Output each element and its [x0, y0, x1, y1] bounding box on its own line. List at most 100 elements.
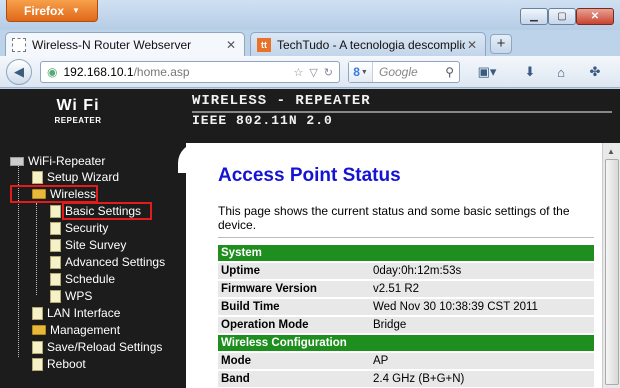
field-value-firmware: v2.51 R2: [370, 281, 594, 297]
sidebar-item-label: Site Survey: [65, 238, 127, 252]
new-tab-button[interactable]: +: [490, 34, 512, 54]
table-row: Operation Mode Bridge: [218, 317, 594, 333]
table-row: Firmware Version v2.51 R2: [218, 281, 594, 297]
field-value-uptime: 0day:0h:12m:53s: [370, 263, 594, 279]
page-icon: [50, 238, 61, 252]
search-bar[interactable]: 8 ▼ Google ⚲: [348, 61, 460, 83]
sidebar-item-label: Save/Reload Settings: [47, 340, 163, 354]
sidebar-item-label: Setup Wizard: [47, 170, 120, 184]
sidebar-item-label: Reboot: [47, 357, 86, 371]
url-path: /home.asp: [133, 65, 190, 79]
chevron-down-icon: ▼: [360, 68, 368, 76]
router-banner: Wi Fi REPEATER WIRELESS - REPEATER IEEE …: [0, 89, 620, 143]
close-icon: ✕: [590, 11, 600, 22]
router-sidebar: WiFi-Repeater Setup Wizard Wireless Basi…: [0, 143, 198, 388]
field-label: Operation Mode: [218, 317, 370, 333]
logo-repeater-text: REPEATER: [54, 116, 102, 125]
page-title: Access Point Status: [218, 165, 401, 186]
tab-router-webserver[interactable]: Wireless-N Router Webserver ✕: [5, 32, 245, 56]
home-icon: ⌂: [557, 64, 565, 80]
field-label: Firmware Version: [218, 281, 370, 297]
back-arrow-icon: ◀: [14, 64, 24, 79]
sidebar-item-site-survey[interactable]: Site Survey: [50, 238, 126, 252]
sidebar-item-management[interactable]: Management: [32, 323, 120, 337]
sidebar-item-wps[interactable]: WPS: [50, 289, 92, 303]
sidebar-item-label: Advanced Settings: [65, 255, 166, 269]
close-tab-icon[interactable]: ✕: [224, 38, 238, 52]
bookmark-star-icon[interactable]: ☆: [293, 66, 303, 79]
divider: [218, 237, 594, 238]
sidebar-item-label: Management: [50, 323, 121, 337]
chevron-down-icon: ▼: [72, 6, 80, 15]
tab-strip: Wireless-N Router Webserver ✕ tt TechTud…: [0, 30, 620, 56]
sidebar-item-label: Security: [65, 221, 109, 235]
page-icon: [50, 255, 61, 269]
highlight-box-basic-settings: [62, 202, 152, 220]
blank-page-icon: [12, 37, 26, 52]
page-icon: [32, 340, 43, 354]
puzzle-icon: ✤: [589, 64, 601, 79]
address-bar[interactable]: ◉ 192.168.10.1 /home.asp ☆ ▽ ↻: [40, 61, 340, 83]
search-placeholder: Google: [379, 65, 418, 79]
scroll-up-arrow-icon[interactable]: ▲: [607, 147, 615, 156]
downloads-button[interactable]: ⬇: [520, 61, 540, 83]
dropdown-arrow-icon[interactable]: ▽: [309, 66, 317, 79]
tab-label: Wireless-N Router Webserver: [32, 37, 192, 52]
field-label: Build Time: [218, 299, 370, 315]
page-icon: [50, 272, 61, 286]
globe-icon: ◉: [47, 65, 58, 79]
home-button[interactable]: ⌂: [550, 61, 572, 83]
field-label: Mode: [218, 353, 370, 369]
minimize-button[interactable]: ▁: [520, 8, 548, 25]
section-title-system: System: [218, 245, 594, 261]
status-panel: Access Point Status This page shows the …: [198, 143, 602, 388]
sidebar-item-reboot[interactable]: Reboot: [32, 357, 86, 371]
back-button[interactable]: ◀: [6, 59, 32, 85]
reload-icon[interactable]: ↻: [324, 66, 333, 79]
search-engine-selector[interactable]: 8 ▼: [349, 62, 373, 82]
highlight-box-wireless: [10, 185, 98, 203]
field-value-mode: AP: [370, 353, 594, 369]
computer-icon: [10, 156, 24, 166]
close-window-button[interactable]: ✕: [576, 8, 614, 25]
techtudo-favicon: tt: [257, 37, 271, 52]
sidebar-corner: [178, 143, 198, 173]
navigation-toolbar: ◀ ◉ 192.168.10.1 /home.asp ☆ ▽ ↻ 8 ▼ Goog…: [0, 56, 620, 88]
maximize-button[interactable]: ▢: [548, 8, 576, 25]
firefox-menu-button[interactable]: Firefox ▼: [6, 0, 98, 22]
table-row: Mode AP: [218, 353, 594, 369]
field-value-build-time: Wed Nov 30 10:38:39 CST 2011: [370, 299, 594, 315]
url-host: 192.168.10.1: [63, 65, 134, 79]
addon-button[interactable]: ✤: [584, 61, 606, 83]
download-arrow-icon: ⬇: [524, 64, 536, 79]
banner-subtitle: IEEE 802.11N 2.0: [192, 113, 333, 128]
title-bar: Firefox ▼ ▁ ▢ ✕: [0, 0, 620, 30]
tab-techtudo[interactable]: tt TechTudo - A tecnologia descomplic...…: [250, 32, 486, 56]
scrollbar-thumb[interactable]: [605, 159, 619, 385]
vertical-scrollbar[interactable]: ▲: [602, 143, 620, 388]
section-title-wireless-configuration: Wireless Configuration: [218, 335, 594, 351]
sidebar-item-security[interactable]: Security: [50, 221, 108, 235]
sidebar-item-schedule[interactable]: Schedule: [50, 272, 115, 286]
sidebar-item-lan-interface[interactable]: LAN Interface: [32, 306, 120, 320]
search-icon[interactable]: ⚲: [445, 65, 459, 79]
sidebar-root[interactable]: WiFi-Repeater: [10, 154, 105, 168]
page-icon: [32, 170, 43, 184]
sidebar-item-setup-wizard[interactable]: Setup Wizard: [32, 170, 119, 184]
sidebar-item-label: WPS: [65, 289, 93, 303]
section-header-row: Wireless Configuration: [218, 335, 594, 351]
sidebar-item-save-reload-settings[interactable]: Save/Reload Settings: [32, 340, 162, 354]
google-icon: 8: [353, 65, 360, 79]
table-row: Build Time Wed Nov 30 10:38:39 CST 2011: [218, 299, 594, 315]
maximize-icon: ▢: [557, 11, 567, 22]
firefox-menu-label: Firefox: [24, 3, 65, 18]
sidebar-item-label: Schedule: [65, 272, 116, 286]
wifi-repeater-logo: Wi Fi REPEATER: [46, 97, 110, 137]
banner-divider: [192, 111, 612, 113]
bookmarks-button[interactable]: ▣▾: [472, 61, 502, 83]
section-header-row: System: [218, 245, 594, 261]
close-tab-icon[interactable]: ✕: [465, 38, 479, 52]
tab-label: TechTudo - A tecnologia descomplic...: [277, 37, 465, 52]
sidebar-item-advanced-settings[interactable]: Advanced Settings: [50, 255, 165, 269]
field-value-band: 2.4 GHz (B+G+N): [370, 371, 594, 387]
